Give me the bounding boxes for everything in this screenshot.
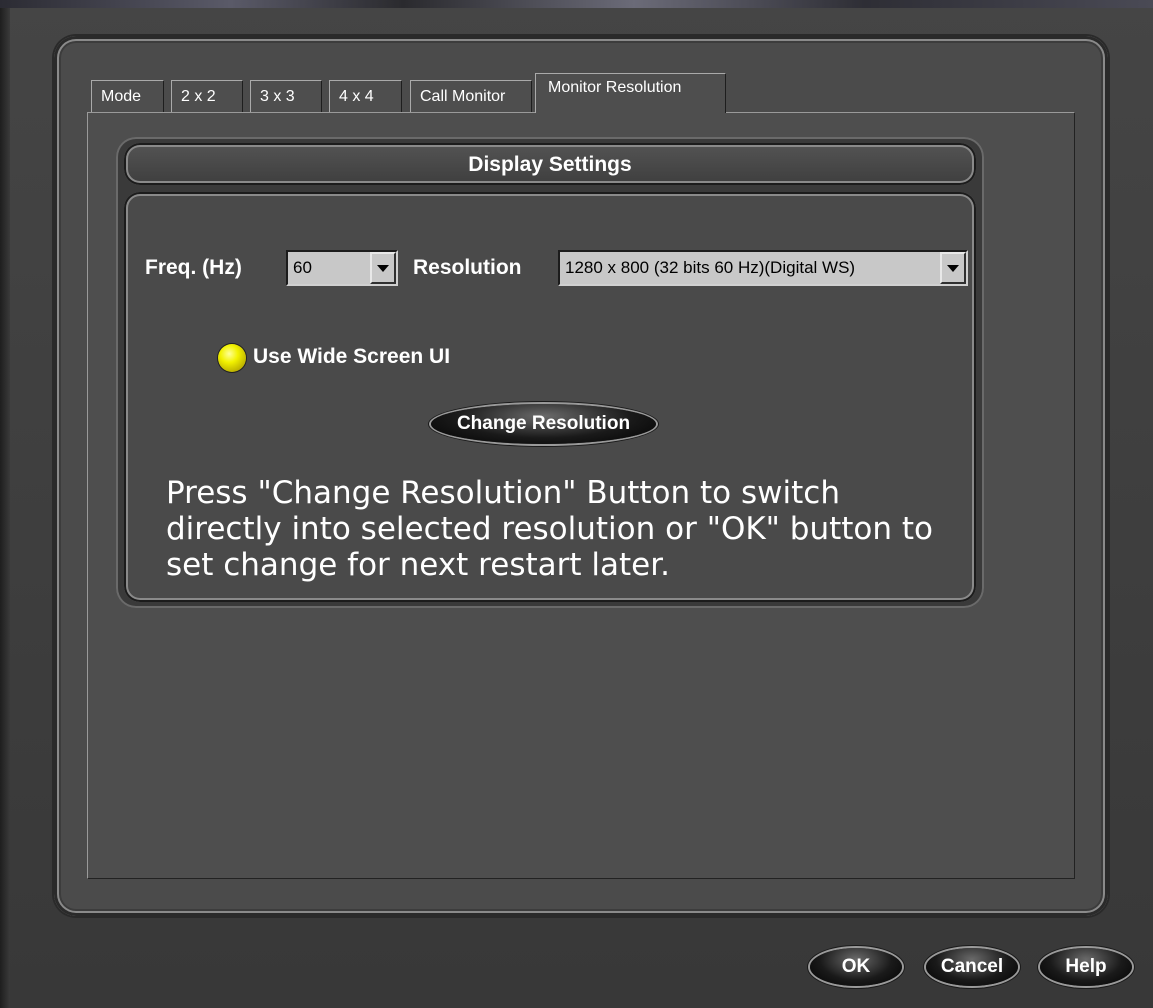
chevron-down-icon[interactable] xyxy=(370,252,396,284)
tab-2x2[interactable]: 2 x 2 xyxy=(171,80,243,112)
ok-button[interactable]: OK xyxy=(810,948,902,986)
tab-mode[interactable]: Mode xyxy=(91,80,164,112)
change-resolution-button[interactable]: Change Resolution xyxy=(431,404,656,444)
info-text: Press "Change Resolution" Button to swit… xyxy=(166,475,934,583)
resolution-select[interactable]: 1280 x 800 (32 bits 60 Hz)(Digital WS) xyxy=(558,250,968,286)
freq-select[interactable]: 60 xyxy=(286,250,398,286)
resolution-label: Resolution xyxy=(413,256,522,279)
tab-4x4[interactable]: 4 x 4 xyxy=(329,80,402,112)
window-left-edge xyxy=(0,8,10,1008)
help-button[interactable]: Help xyxy=(1040,948,1132,986)
wide-screen-label[interactable]: Use Wide Screen UI xyxy=(253,345,450,369)
freq-label: Freq. (Hz) xyxy=(145,256,242,279)
window-top-edge xyxy=(0,0,1153,8)
group-title: Display Settings xyxy=(124,143,976,185)
resolution-value: 1280 x 800 (32 bits 60 Hz)(Digital WS) xyxy=(565,258,856,277)
dialog-window: Mode 2 x 2 3 x 3 4 x 4 Call Monitor Moni… xyxy=(0,0,1153,1008)
tab-3x3[interactable]: 3 x 3 xyxy=(250,80,322,112)
freq-value: 60 xyxy=(293,258,312,277)
cancel-button[interactable]: Cancel xyxy=(926,948,1018,986)
tab-monitor-resolution[interactable]: Monitor Resolution xyxy=(535,73,726,113)
chevron-down-icon[interactable] xyxy=(940,252,966,284)
wide-screen-radio[interactable] xyxy=(218,344,246,372)
tab-call-monitor[interactable]: Call Monitor xyxy=(410,80,532,112)
